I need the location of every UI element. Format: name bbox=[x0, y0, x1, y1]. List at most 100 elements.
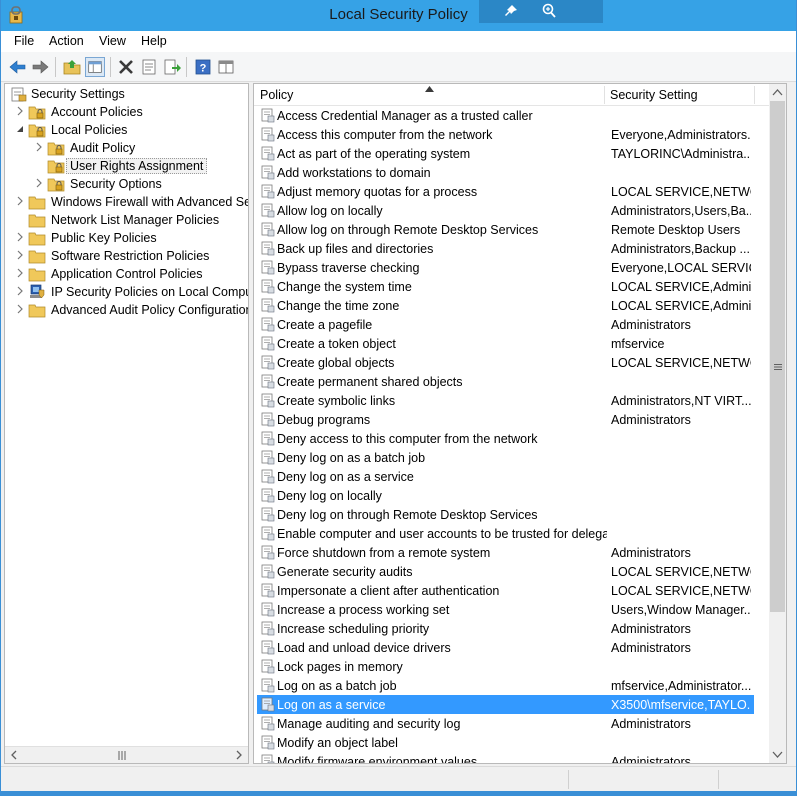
table-row[interactable]: Modify an object label bbox=[257, 733, 754, 752]
back-icon[interactable] bbox=[8, 57, 28, 77]
table-row[interactable]: Enable computer and user accounts to be … bbox=[257, 524, 754, 543]
table-row[interactable]: Back up files and directories Administrat… bbox=[257, 239, 754, 258]
security-setting: LOCAL SERVICE,Admini... bbox=[611, 299, 751, 313]
table-row[interactable]: Increase scheduling priority Administrato… bbox=[257, 619, 754, 638]
title-bar[interactable]: Local Security Policy bbox=[1, 0, 796, 31]
column-divider[interactable] bbox=[754, 86, 755, 104]
table-row[interactable]: Deny log on locally bbox=[257, 486, 754, 505]
table-row[interactable]: Log on as a batch job mfservice,Administr… bbox=[257, 676, 754, 695]
tree-item-network-list-manager[interactable]: Network List Manager Policies bbox=[5, 211, 248, 229]
policy-name: Modify an object label bbox=[277, 736, 398, 750]
table-row[interactable]: Manage auditing and security log Administ… bbox=[257, 714, 754, 733]
table-row[interactable]: Adjust memory quotas for a process LOCAL … bbox=[257, 182, 754, 201]
expand-arrow-icon[interactable] bbox=[34, 142, 44, 152]
table-row[interactable]: Create a token object mfservice bbox=[257, 334, 754, 353]
tree-item-account-policies[interactable]: Account Policies bbox=[5, 103, 248, 121]
policy-name: Load and unload device drivers bbox=[277, 641, 451, 655]
table-row[interactable]: Increase a process working set Users,Wind… bbox=[257, 600, 754, 619]
policy-name: Access this computer from the network bbox=[277, 128, 493, 142]
expand-arrow-icon[interactable] bbox=[15, 250, 25, 260]
tree-item-security-settings[interactable]: Security Settings bbox=[5, 85, 248, 103]
table-row[interactable]: Access this computer from the network Eve… bbox=[257, 125, 754, 144]
tree-item-ip-security-policies[interactable]: IP Security Policies on Local Computer bbox=[5, 283, 248, 301]
expand-arrow-icon[interactable] bbox=[15, 232, 25, 242]
tree-item-local-policies[interactable]: Local Policies bbox=[5, 121, 248, 139]
table-row[interactable]: Create global objects LOCAL SERVICE,NETWO… bbox=[257, 353, 754, 372]
delete-icon[interactable] bbox=[116, 57, 136, 77]
menu-action[interactable]: Action bbox=[49, 34, 84, 48]
show-hide-tree-icon[interactable] bbox=[85, 57, 105, 77]
table-row[interactable]: Debug programs Administrators bbox=[257, 410, 754, 429]
tree-item-user-rights-assignment[interactable]: User Rights Assignment bbox=[5, 157, 248, 175]
scroll-left-icon[interactable] bbox=[9, 750, 19, 760]
policy-item-icon bbox=[261, 526, 275, 541]
table-row[interactable]: Deny log on as a service bbox=[257, 467, 754, 486]
console-tree[interactable]: Security Settings Account Policies Local… bbox=[4, 83, 249, 764]
table-row[interactable]: Impersonate a client after authenticatio… bbox=[257, 581, 754, 600]
export-list-icon[interactable] bbox=[162, 57, 182, 77]
expand-arrow-icon[interactable] bbox=[15, 106, 25, 116]
security-settings-icon bbox=[11, 87, 27, 102]
scroll-right-icon[interactable] bbox=[234, 750, 244, 760]
policy-name: Create a pagefile bbox=[277, 318, 373, 332]
expand-arrow-icon[interactable] bbox=[15, 286, 25, 296]
table-row[interactable]: Deny access to this computer from the ne… bbox=[257, 429, 754, 448]
up-folder-icon[interactable] bbox=[62, 57, 82, 77]
policy-name: Debug programs bbox=[277, 413, 371, 427]
table-row[interactable]: Load and unload device drivers Administra… bbox=[257, 638, 754, 657]
scroll-up-icon[interactable] bbox=[772, 87, 783, 98]
scroll-thumb[interactable] bbox=[770, 101, 785, 612]
policy-item-icon bbox=[261, 431, 275, 446]
expand-arrow-icon[interactable] bbox=[15, 304, 25, 314]
column-security-setting[interactable]: Security Setting bbox=[604, 84, 754, 106]
policy-name: Increase scheduling priority bbox=[277, 622, 430, 636]
table-row[interactable]: Add workstations to domain bbox=[257, 163, 754, 182]
table-row[interactable]: Access Credential Manager as a trusted c… bbox=[257, 106, 754, 125]
table-row[interactable]: Allow log on locally Administrators,Users… bbox=[257, 201, 754, 220]
list-vertical-scrollbar[interactable] bbox=[769, 84, 786, 763]
table-row[interactable]: Lock pages in memory bbox=[257, 657, 754, 676]
forward-icon[interactable] bbox=[30, 57, 50, 77]
help-icon[interactable]: ? bbox=[193, 57, 213, 77]
scroll-grip-icon[interactable] bbox=[116, 751, 128, 760]
policy-name: Change the time zone bbox=[277, 299, 400, 313]
tree-item-advanced-audit-policy[interactable]: Advanced Audit Policy Configuration bbox=[5, 301, 248, 319]
table-row[interactable]: Allow log on through Remote Desktop Serv… bbox=[257, 220, 754, 239]
table-row[interactable]: Change the system time LOCAL SERVICE,Admi… bbox=[257, 277, 754, 296]
menu-help[interactable]: Help bbox=[141, 34, 167, 48]
expand-arrow-icon[interactable] bbox=[15, 268, 25, 278]
properties-icon[interactable] bbox=[139, 57, 159, 77]
policy-item-icon bbox=[261, 583, 275, 598]
tree-item-audit-policy[interactable]: Audit Policy bbox=[5, 139, 248, 157]
policy-list-view[interactable]: Policy Security Setting Access Credentia… bbox=[253, 83, 787, 764]
table-row[interactable]: Log on as a service X3500\mfservice,TAYLO… bbox=[257, 695, 754, 714]
collapse-arrow-icon[interactable] bbox=[15, 124, 25, 134]
table-row[interactable]: Create symbolic links Administrators,NT V… bbox=[257, 391, 754, 410]
table-row[interactable]: Force shutdown from a remote system Admin… bbox=[257, 543, 754, 562]
scroll-grip-icon bbox=[774, 364, 782, 370]
table-row[interactable]: Bypass traverse checking Everyone,LOCAL S… bbox=[257, 258, 754, 277]
menu-view[interactable]: View bbox=[99, 34, 126, 48]
tree-item-security-options[interactable]: Security Options bbox=[5, 175, 248, 193]
scroll-down-icon[interactable] bbox=[772, 749, 783, 760]
table-row[interactable]: Create permanent shared objects bbox=[257, 372, 754, 391]
console-view-icon[interactable] bbox=[216, 57, 236, 77]
table-row[interactable]: Create a pagefile Administrators bbox=[257, 315, 754, 334]
table-row[interactable]: Generate security audits LOCAL SERVICE,NE… bbox=[257, 562, 754, 581]
table-row[interactable]: Deny log on through Remote Desktop Servi… bbox=[257, 505, 754, 524]
tree-item-public-key-policies[interactable]: Public Key Policies bbox=[5, 229, 248, 247]
policy-item-icon bbox=[261, 507, 275, 522]
menu-file[interactable]: File bbox=[14, 34, 34, 48]
table-row[interactable]: Change the time zone LOCAL SERVICE,Admini… bbox=[257, 296, 754, 315]
table-row[interactable]: Act as part of the operating system TAYLO… bbox=[257, 144, 754, 163]
tree-label: User Rights Assignment bbox=[66, 158, 208, 174]
expand-arrow-icon[interactable] bbox=[34, 178, 44, 188]
security-setting: LOCAL SERVICE,NETWO... bbox=[611, 584, 751, 598]
tree-item-windows-firewall[interactable]: Windows Firewall with Advanced Security bbox=[5, 193, 248, 211]
expand-arrow-icon[interactable] bbox=[15, 196, 25, 206]
tree-item-software-restriction[interactable]: Software Restriction Policies bbox=[5, 247, 248, 265]
tree-item-application-control[interactable]: Application Control Policies bbox=[5, 265, 248, 283]
table-row[interactable]: Deny log on as a batch job bbox=[257, 448, 754, 467]
table-row[interactable]: Modify firmware environment values Admini… bbox=[257, 752, 754, 763]
tree-horizontal-scrollbar[interactable] bbox=[5, 746, 248, 763]
